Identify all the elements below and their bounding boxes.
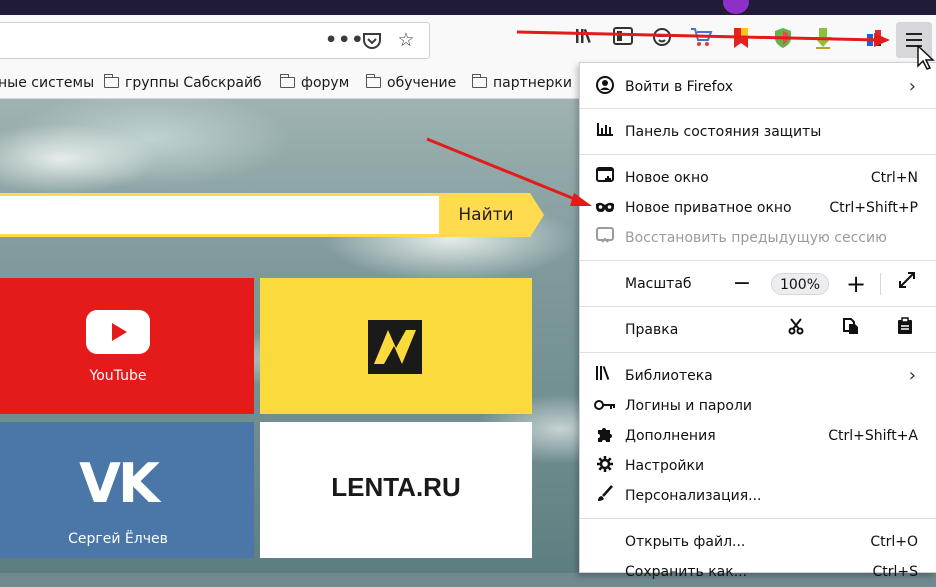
mouse-cursor-icon: [917, 45, 935, 70]
annotation-arrow-to-menu-button: [516, 30, 879, 42]
annotation-arrow-to-private-window: [426, 137, 583, 204]
annotation-arrows: [426, 30, 890, 206]
